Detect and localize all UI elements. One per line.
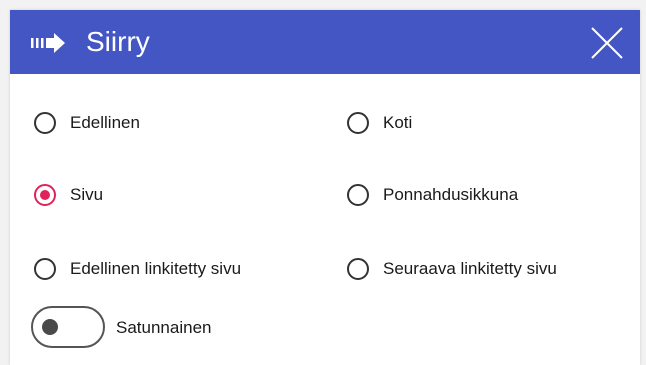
random-toggle[interactable]	[31, 306, 105, 348]
radio-option-previous[interactable]: Edellinen	[34, 112, 140, 134]
radio-option-home[interactable]: Koti	[347, 112, 412, 134]
radio-label: Koti	[383, 113, 413, 132]
radio-label: Edellinen	[70, 113, 140, 132]
radio-label: Ponnahdusikkuna	[383, 185, 519, 204]
dialog-title: Siirry	[86, 26, 150, 57]
random-toggle-label: Satunnainen	[116, 318, 212, 337]
radio-button[interactable]	[347, 184, 369, 206]
radio-button-selected[interactable]	[34, 184, 56, 206]
radio-option-page[interactable]: Sivu	[34, 184, 103, 206]
radio-option-next-linked-page[interactable]: Seuraava linkitetty sivu	[347, 258, 557, 280]
radio-label: Seuraava linkitetty sivu	[383, 259, 557, 278]
radio-label: Sivu	[70, 185, 104, 204]
radio-button[interactable]	[34, 112, 56, 134]
toggle-knob	[42, 319, 58, 335]
radio-button[interactable]	[347, 258, 369, 280]
radio-button[interactable]	[347, 112, 369, 134]
radio-label: Edellinen linkitetty sivu	[70, 259, 242, 278]
navigate-dialog: Siirry Edellinen Koti Sivu Ponnahdusikku…	[10, 10, 640, 365]
radio-option-previous-linked-page[interactable]: Edellinen linkitetty sivu	[34, 258, 241, 280]
radio-option-popup[interactable]: Ponnahdusikkuna	[347, 184, 518, 206]
radio-button[interactable]	[34, 258, 56, 280]
close-icon[interactable]	[590, 26, 624, 60]
arrow-right-icon	[31, 33, 65, 53]
dialog-header: Siirry	[10, 10, 640, 74]
